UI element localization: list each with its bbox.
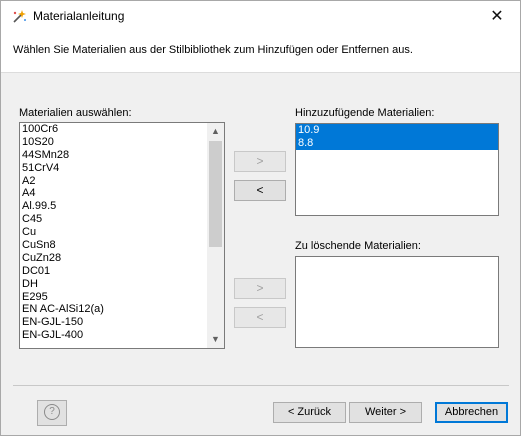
list-item[interactable]: 51CrV4	[20, 162, 224, 175]
list-item[interactable]: E295	[20, 291, 224, 304]
add-to-add-list-button[interactable]: >	[234, 151, 286, 172]
available-list-scrollbar[interactable]: ▲ ▼	[207, 123, 224, 348]
title-bar: Materialanleitung ✕	[1, 1, 520, 32]
remove-from-delete-list-button[interactable]: <	[234, 307, 286, 328]
list-item[interactable]: C45	[20, 213, 224, 226]
dialog-window: Materialanleitung ✕ Wählen Sie Materiali…	[0, 0, 521, 436]
list-item[interactable]: DH	[20, 278, 224, 291]
to-delete-materials-list[interactable]	[295, 256, 499, 348]
list-item[interactable]: A4	[20, 187, 224, 200]
back-button[interactable]: < Zurück	[273, 402, 346, 423]
instruction-header: Wählen Sie Materialien aus der Stilbibli…	[1, 32, 520, 73]
add-to-delete-list-button[interactable]: >	[234, 278, 286, 299]
to-add-materials-label: Hinzuzufügende Materialien:	[295, 107, 435, 119]
available-materials-list[interactable]: 100Cr6 10S20 44SMn28 51CrV4 A2 A4 Al.99.5 C45 Cu…	[19, 122, 225, 349]
list-item[interactable]: Al.99.5	[20, 200, 224, 213]
footer-separator	[13, 385, 509, 386]
wizard-wand-icon	[13, 10, 26, 23]
list-item[interactable]: 8.8	[296, 136, 498, 150]
list-item[interactable]: EN AC-AlSi12(a)	[20, 303, 224, 316]
scroll-down-icon[interactable]: ▼	[207, 331, 224, 348]
list-item[interactable]: 10.9	[296, 124, 498, 137]
next-button[interactable]: Weiter >	[349, 402, 422, 423]
list-item[interactable]: CuSn8	[20, 239, 224, 252]
list-item[interactable]: A2	[20, 175, 224, 188]
list-item[interactable]: CuZn28	[20, 252, 224, 265]
list-item[interactable]: Cu	[20, 226, 224, 239]
window-title: Materialanleitung	[33, 9, 125, 23]
remove-from-add-list-button[interactable]: <	[234, 180, 286, 201]
to-add-materials-list[interactable]: 10.9 8.8	[295, 123, 499, 216]
list-item[interactable]: 44SMn28	[20, 149, 224, 162]
help-question-icon: ?	[44, 404, 60, 420]
list-item[interactable]: 10S20	[20, 136, 224, 149]
scroll-up-icon[interactable]: ▲	[207, 123, 224, 140]
scrollbar-thumb[interactable]	[209, 141, 222, 247]
help-button[interactable]: ?	[37, 400, 67, 426]
close-icon[interactable]: ✕	[474, 1, 520, 32]
cancel-button[interactable]: Abbrechen	[435, 402, 508, 423]
available-materials-label: Materialien auswählen:	[19, 107, 132, 119]
list-item[interactable]: EN-GJL-400	[20, 329, 224, 342]
dialog-body: Materialien auswählen: 100Cr6 10S20 44SMn2…	[1, 73, 520, 435]
list-item[interactable]: EN-GJL-150	[20, 316, 224, 329]
list-item[interactable]: DC01	[20, 265, 224, 278]
list-item[interactable]: 100Cr6	[20, 123, 224, 136]
to-delete-materials-label: Zu löschende Materialien:	[295, 240, 421, 252]
instruction-text: Wählen Sie Materialien aus der Stilbibli…	[13, 44, 413, 56]
